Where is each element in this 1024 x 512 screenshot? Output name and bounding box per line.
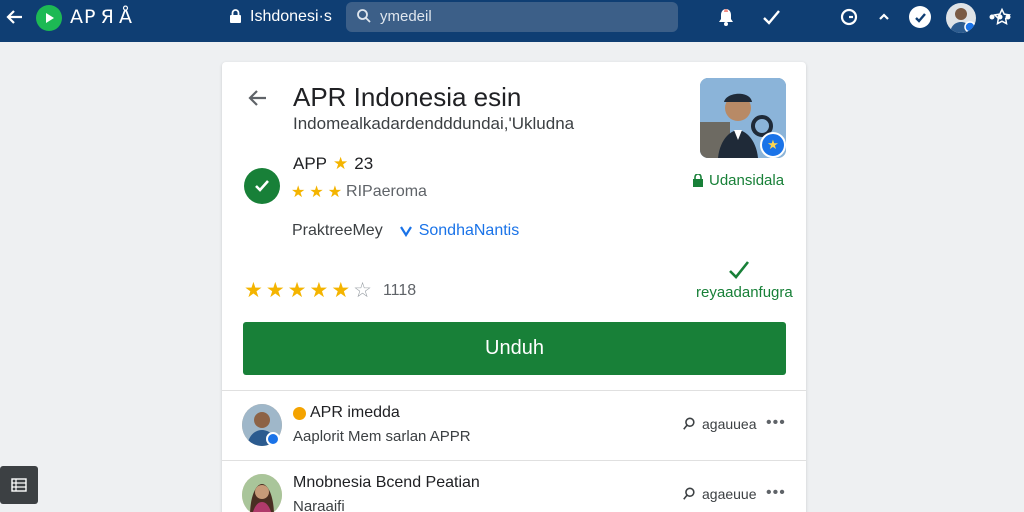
- divider: [222, 460, 806, 461]
- rating-count: 1118: [382, 281, 417, 299]
- more-icon[interactable]: •••: [766, 484, 788, 504]
- top-bar: AP Я Å Ishdonesi·s ymedeil: [0, 0, 1024, 42]
- star-icon: ★: [291, 184, 306, 201]
- lock-icon: [228, 8, 242, 24]
- list-item-action[interactable]: agaeuue: [682, 486, 757, 502]
- more-icon[interactable]: [988, 5, 1012, 29]
- list-item-subtitle: Naraaifi: [293, 498, 345, 512]
- star-icon: ★: [244, 279, 263, 302]
- verified-check-icon: [244, 168, 280, 204]
- chevron-up-icon[interactable]: [872, 5, 896, 29]
- search-icon: [683, 487, 695, 500]
- star-icon: ★: [265, 279, 285, 302]
- sub-rating-text: RIPaeroma: [346, 183, 427, 200]
- list-item-action-text: agaeuue: [702, 486, 757, 502]
- status-badge: Udansidala: [692, 172, 784, 189]
- status-text: reyaadanfugra: [696, 284, 793, 301]
- list-item-title: Mnobnesia Bcend Peatian: [293, 474, 480, 492]
- account-icon[interactable]: [908, 5, 932, 29]
- timer-icon[interactable]: [837, 5, 861, 29]
- check-icon: [727, 258, 751, 282]
- star-icon: ★: [287, 279, 307, 302]
- status-text: Udansidala: [709, 172, 785, 189]
- list-item-subtitle: Aaplorit Mem sarlan APPR: [293, 428, 471, 445]
- search-icon: [683, 417, 695, 430]
- list-item-title: APR imedda: [293, 404, 400, 422]
- list-item-title-text: APR imedda: [310, 404, 400, 421]
- verified-badge: [266, 432, 280, 446]
- app-label: APP: [293, 154, 328, 173]
- list-item-action-text: agauuea: [702, 416, 757, 432]
- install-button[interactable]: Unduh: [243, 322, 786, 375]
- app-detail-card: APR Indonesia esin Indomealkadardendddun…: [222, 62, 806, 512]
- app-name: AP Я Å: [70, 6, 133, 28]
- notification-icon[interactable]: [714, 5, 738, 29]
- star-icon: ★: [331, 279, 351, 302]
- check-icon[interactable]: [759, 5, 783, 29]
- back-arrow-icon[interactable]: [246, 86, 270, 110]
- search-value: ymedeil: [380, 8, 432, 25]
- sub-rating-row: ★ ★ ★ RIPaeroma: [291, 182, 427, 202]
- search-icon: [356, 8, 374, 26]
- star-icon: ★: [333, 154, 349, 173]
- developer-link[interactable]: SondhaNantis: [399, 222, 520, 240]
- divider: [222, 390, 806, 391]
- developer-row: PraktreeMey SondhaNantis: [292, 222, 519, 240]
- app-subtitle: Indomealkadardendddundai,'Ukludna: [293, 114, 575, 133]
- play-logo-icon: [293, 406, 306, 420]
- play-logo-icon[interactable]: [36, 5, 62, 31]
- badge-icon: ★: [760, 132, 786, 158]
- developer-label: PraktreeMey: [292, 222, 383, 239]
- lock-icon: [693, 173, 703, 187]
- list-icon[interactable]: [0, 466, 38, 504]
- more-icon[interactable]: •••: [766, 414, 788, 434]
- star-empty-icon: ☆: [353, 279, 372, 302]
- chevron-down-icon: [399, 226, 412, 237]
- app-rating-row: APP ★ 23: [293, 154, 373, 174]
- developer-link-text: SondhaNantis: [418, 222, 520, 239]
- site-name: Ishdonesi·s: [250, 8, 332, 25]
- avatar: [242, 474, 282, 512]
- star-icon: ★: [327, 184, 343, 201]
- star-icon: ★: [309, 279, 329, 302]
- star-icon: ★: [309, 184, 324, 201]
- list-item-title-text: Mnobnesia Bcend Peatian: [293, 474, 480, 491]
- rating-stars: ★ ★ ★ ★ ★ ☆ 1118: [244, 278, 416, 303]
- list-item[interactable]: APR imedda Aaplorit Mem sarlan APPR agau…: [222, 392, 806, 460]
- list-item-action[interactable]: agauuea: [682, 416, 757, 432]
- list-item[interactable]: Mnobnesia Bcend Peatian Naraaifi agaeuue…: [222, 462, 806, 512]
- search-input[interactable]: ymedeil: [346, 2, 1011, 32]
- app-score: 23: [354, 154, 374, 173]
- page-title: APR Indonesia esin: [293, 82, 522, 112]
- back-arrow-icon[interactable]: [4, 6, 26, 28]
- avatar[interactable]: [946, 3, 976, 33]
